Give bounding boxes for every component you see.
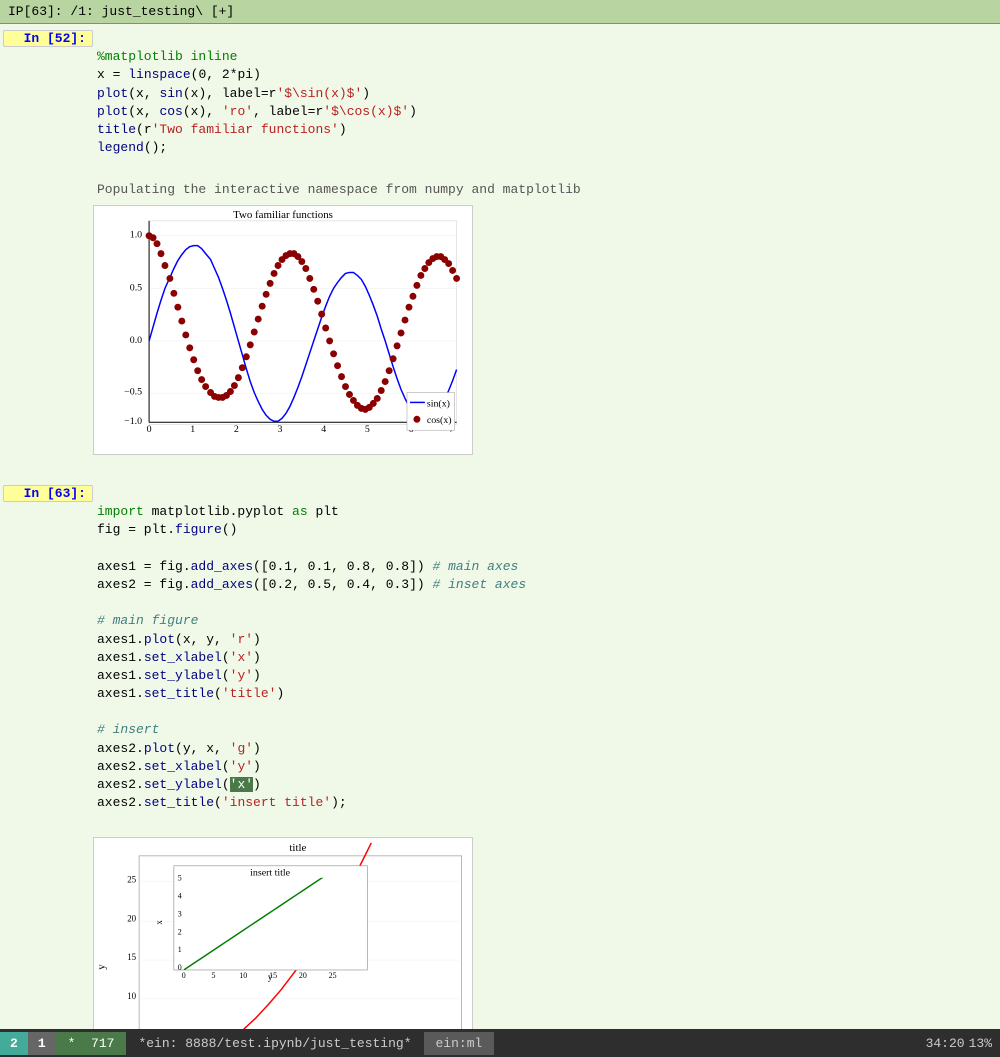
svg-text:−0.5: −0.5 [124, 386, 142, 397]
svg-text:15: 15 [127, 952, 136, 962]
status-num1: 2 [0, 1032, 28, 1055]
cell-63-input: In [63]: import matplotlib.pyplot as plt… [3, 483, 1000, 833]
svg-text:x: x [154, 919, 164, 924]
figure-fn: figure [175, 522, 222, 537]
cell-52-output: Populating the interactive namespace fro… [93, 178, 1000, 202]
svg-text:1.0: 1.0 [130, 230, 142, 241]
svg-text:1: 1 [190, 424, 195, 435]
status-kernel: ein:ml [424, 1032, 495, 1055]
svg-text:20: 20 [127, 913, 136, 923]
status-percent: 13% [969, 1036, 992, 1051]
notebook: In [52]: %matplotlib inline x = linspace… [0, 24, 1000, 1029]
svg-text:−1.0: −1.0 [124, 416, 142, 427]
add-axes-fn1: add_axes [191, 559, 253, 574]
plot-fn1: plot [97, 86, 128, 101]
status-position: 34:20 [926, 1036, 965, 1051]
status-num2: 1 [28, 1032, 56, 1055]
svg-text:2: 2 [234, 424, 239, 435]
cell-63-prompt: In [63]: [3, 485, 93, 502]
plot1-svg: Two familiar functions 1.0 0.5 0.0 −0.5 … [93, 205, 473, 455]
svg-text:sin(x): sin(x) [427, 398, 450, 409]
ylabel-fn2: set_ylabel [144, 777, 222, 792]
title-fn: title [97, 122, 136, 137]
xlabel-fn1: set_xlabel [144, 650, 222, 665]
svg-text:0: 0 [182, 970, 186, 979]
plot2-container: title y x 0 5 10 15 20 25 0 1 2 3 4 [93, 837, 1000, 1029]
svg-text:5: 5 [178, 873, 182, 882]
plot2-svg: title y x 0 5 10 15 20 25 0 1 2 3 4 [93, 837, 473, 1029]
cell-52-prompt: In [52]: [3, 30, 93, 47]
status-bar: 2 1 * 717 *ein: 8888/test.ipynb/just_tes… [0, 1029, 1000, 1057]
legend-fn: legend [97, 140, 144, 155]
plot-fn-main: plot [144, 632, 175, 647]
svg-text:Two familiar functions: Two familiar functions [233, 209, 333, 221]
svg-text:25: 25 [127, 874, 136, 884]
status-left: 2 1 * 717 *ein: 8888/test.ipynb/just_tes… [0, 1032, 494, 1055]
ylabel-fn1: set_ylabel [144, 668, 222, 683]
svg-text:0.5: 0.5 [130, 282, 142, 293]
svg-text:0.0: 0.0 [130, 335, 142, 346]
status-indicator-text: * [68, 1036, 76, 1051]
svg-text:3: 3 [178, 909, 182, 918]
status-file: *ein: 8888/test.ipynb/just_testing* [126, 1036, 423, 1051]
svg-text:0: 0 [147, 424, 152, 435]
svg-text:4: 4 [321, 424, 326, 435]
status-right: 34:20 13% [926, 1036, 1000, 1051]
title-fn1: set_title [144, 686, 214, 701]
linspace-fn: linspace [128, 67, 190, 82]
comment-insert: # insert [97, 722, 159, 737]
cell-52: In [52]: %matplotlib inline x = linspace… [0, 24, 1000, 471]
cell-52-input: In [52]: %matplotlib inline x = linspace… [3, 28, 1000, 178]
cell-63-code[interactable]: import matplotlib.pyplot as plt fig = pl… [93, 485, 1000, 831]
svg-text:15: 15 [269, 970, 277, 979]
plot1-container: Two familiar functions 1.0 0.5 0.0 −0.5 … [93, 205, 1000, 459]
status-line-count: 717 [91, 1036, 114, 1051]
svg-text:1: 1 [178, 945, 182, 954]
svg-text:4: 4 [178, 891, 182, 900]
svg-text:20: 20 [299, 970, 307, 979]
comment-main: # main figure [97, 613, 198, 628]
cell-52-code[interactable]: %matplotlib inline x = linspace(0, 2*pi)… [93, 30, 1000, 176]
svg-text:title: title [289, 841, 306, 853]
plot-fn2: plot [97, 104, 128, 119]
status-indicator: * 717 [56, 1032, 127, 1055]
add-axes-fn2: add_axes [191, 577, 253, 592]
svg-text:25: 25 [329, 970, 337, 979]
svg-text:insert title: insert title [250, 867, 290, 878]
svg-text:cos(x): cos(x) [427, 415, 452, 426]
import-kw: import [97, 504, 144, 519]
svg-text:2: 2 [178, 927, 182, 936]
cell-63: In [63]: import matplotlib.pyplot as plt… [0, 479, 1000, 1029]
svg-text:10: 10 [127, 990, 136, 1000]
svg-text:3: 3 [278, 424, 283, 435]
svg-text:5: 5 [365, 424, 370, 435]
title-bar: IP[63]: /1: just_testing\ [+] [0, 0, 1000, 24]
xlabel-fn2: set_xlabel [144, 759, 222, 774]
magic-cmd: %matplotlib inline [97, 49, 237, 64]
svg-text:10: 10 [239, 970, 247, 979]
title-fn2: set_title [144, 795, 214, 810]
plot-fn-inset: plot [144, 741, 175, 756]
svg-text:5: 5 [212, 970, 216, 979]
title-text: IP[63]: /1: just_testing\ [+] [8, 4, 234, 19]
svg-text:y: y [95, 963, 107, 969]
